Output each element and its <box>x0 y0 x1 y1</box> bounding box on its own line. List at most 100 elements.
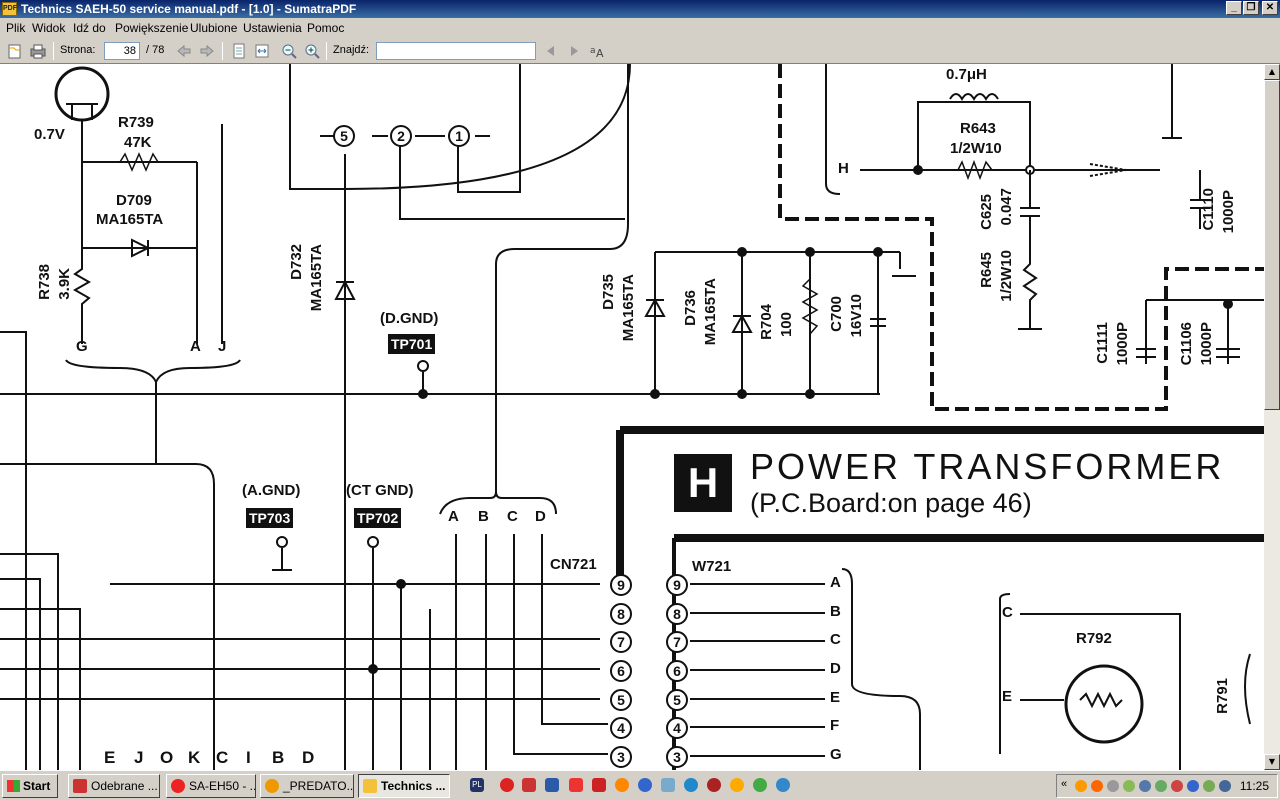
close-button[interactable]: ✕ <box>1262 1 1278 15</box>
label-r643-value: 1/2W10 <box>950 140 1002 157</box>
conn-letter-b: B <box>830 603 841 620</box>
bus-bottom-labels: E J O K C I B D <box>104 748 334 768</box>
tray-icon-2[interactable] <box>1091 780 1103 792</box>
zoom-out-icon[interactable] <box>280 42 298 60</box>
tray-icon-9[interactable] <box>1203 780 1215 792</box>
vertical-scrollbar[interactable]: ▲ ▼ <box>1264 64 1280 770</box>
label-r704: R704 <box>758 304 775 340</box>
restore-button[interactable]: ❐ <box>1243 1 1259 15</box>
start-button[interactable]: Start <box>2 774 58 798</box>
bus-label-k: K <box>188 748 201 767</box>
scroll-down-button[interactable]: ▼ <box>1264 754 1280 770</box>
ql-ie-icon[interactable] <box>684 778 698 792</box>
bus-label-c2: C <box>216 748 229 767</box>
tray-expand-icon[interactable]: « <box>1061 778 1067 790</box>
menu-powiekszenie[interactable]: Powiększenie <box>115 21 188 35</box>
cn721-pin-6: 6 <box>610 660 632 682</box>
label-d732: D732 <box>288 244 305 280</box>
prev-page-icon[interactable] <box>175 42 193 60</box>
label-w721: W721 <box>692 558 732 575</box>
ql-record-icon[interactable] <box>707 778 721 792</box>
menu-idz-do[interactable]: Idź do <box>73 21 106 35</box>
system-tray: « 11:25 <box>1056 774 1278 798</box>
label-r704-value: 100 <box>778 312 795 338</box>
task-label: SA-EH50 - ... <box>189 779 256 793</box>
tray-bluetooth-icon[interactable] <box>1187 780 1199 792</box>
print-icon[interactable] <box>29 42 47 60</box>
svg-text:A: A <box>596 47 604 60</box>
zoom-in-icon[interactable] <box>303 42 321 60</box>
app-window: PDF Technics SAEH-50 service manual.pdf … <box>0 0 1280 800</box>
label-r645: R645 <box>978 252 995 288</box>
label-d735-part: MA165TA <box>620 274 637 342</box>
menu-ulubione[interactable]: Ulubione <box>190 21 237 35</box>
ql-sun-icon[interactable] <box>730 778 744 792</box>
ql-app-icon[interactable] <box>661 778 675 792</box>
fit-page-icon[interactable] <box>230 42 248 60</box>
menu-plik[interactable]: Plik <box>6 21 25 35</box>
label-cn721: CN721 <box>550 556 597 573</box>
fit-width-icon[interactable] <box>253 42 271 60</box>
match-case-icon[interactable]: aA <box>589 42 607 60</box>
tray-icon-10[interactable] <box>1219 780 1231 792</box>
label-ct-gnd: (CT GND) <box>346 482 414 499</box>
schematic-wiring <box>0 64 1264 770</box>
w721-pin-6: 6 <box>666 660 688 682</box>
ql-bluetooth-icon[interactable] <box>638 778 652 792</box>
minimize-button[interactable]: _ <box>1226 1 1242 15</box>
bus-label-a: A <box>448 508 459 525</box>
w721-pin-5: 5 <box>666 689 688 711</box>
menu-ustawienia[interactable]: Ustawienia <box>243 21 302 35</box>
bus-label-e: E <box>104 748 116 767</box>
task-sa-eh50[interactable]: SA-EH50 - ... <box>166 774 256 798</box>
conn-letter-a: A <box>830 574 841 591</box>
label-r791: R791 <box>1214 678 1231 714</box>
label-a-gnd: (A.GND) <box>242 482 301 499</box>
menu-pomoc[interactable]: Pomoc <box>307 21 344 35</box>
ql-save-icon[interactable] <box>545 778 559 792</box>
sumatra-app-icon[interactable]: PDF <box>2 2 17 16</box>
find-input[interactable] <box>376 42 536 60</box>
label-c-side: C <box>1002 604 1013 621</box>
page-number-input[interactable] <box>104 42 140 60</box>
ql-opera-icon[interactable] <box>500 778 514 792</box>
document-view[interactable]: 0.7V R739 47K D709 MA165TA R738 3.9K G A… <box>0 64 1264 770</box>
tray-icon-6[interactable] <box>1155 780 1167 792</box>
label-r739-value: 47K <box>124 134 152 151</box>
start-label: Start <box>23 779 51 793</box>
tray-icon-4[interactable] <box>1123 780 1135 792</box>
svg-text:a: a <box>590 46 596 56</box>
open-file-icon[interactable] <box>6 42 24 60</box>
tray-icon-1[interactable] <box>1075 780 1087 792</box>
bus-label-c: C <box>507 508 518 525</box>
title-bar: PDF Technics SAEH-50 service manual.pdf … <box>0 0 1280 18</box>
find-label: Znajdź: <box>333 44 370 56</box>
menu-widok[interactable]: Widok <box>32 21 65 35</box>
bus-label-j: J <box>134 748 144 767</box>
ql-media-icon[interactable] <box>615 778 629 792</box>
label-c1110: C1110 <box>1200 188 1217 231</box>
menu-bar: Plik Widok Idź do Powiększenie Ulubione … <box>0 18 1280 38</box>
find-next-icon[interactable] <box>565 42 583 60</box>
scroll-up-button[interactable]: ▲ <box>1264 64 1280 80</box>
ql-mail-icon[interactable] <box>522 778 536 792</box>
test-point-tp701: TP701 <box>388 334 436 354</box>
ql-player-icon[interactable] <box>776 778 790 792</box>
tray-icon-5[interactable] <box>1139 780 1151 792</box>
ql-acrobat-icon[interactable] <box>592 778 606 792</box>
toolbar: Strona: / 78 Znajdź: aA <box>0 38 1280 64</box>
find-prev-icon[interactable] <box>542 42 560 60</box>
mail-icon <box>73 779 87 793</box>
next-page-icon[interactable] <box>198 42 216 60</box>
ql-chrome-icon[interactable] <box>753 778 767 792</box>
tray-clock[interactable]: 11:25 <box>1240 779 1269 793</box>
task-technics-pdf[interactable]: Technics ... <box>358 774 450 798</box>
task-predator[interactable]: _PREDATO... <box>260 774 354 798</box>
scroll-thumb[interactable] <box>1264 80 1280 410</box>
tray-icon-7[interactable] <box>1171 780 1183 792</box>
task-odebrane[interactable]: Odebrane ... <box>68 774 160 798</box>
tray-icon-3[interactable] <box>1107 780 1119 792</box>
ql-pl-icon[interactable]: PL <box>470 778 484 792</box>
windows-flag-icon <box>7 780 20 792</box>
ql-tool-icon[interactable] <box>569 778 583 792</box>
